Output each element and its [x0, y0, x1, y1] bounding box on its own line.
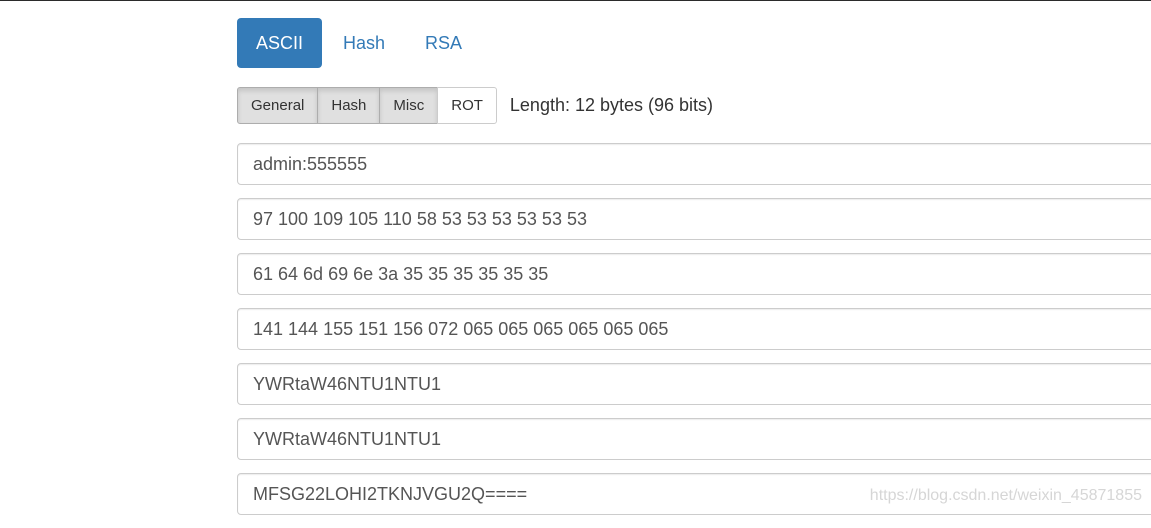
- watermark-text: https://blog.csdn.net/weixin_45871855: [869, 487, 1142, 504]
- length-indicator: Length: 12 bytes (96 bits): [509, 95, 714, 115]
- tab-ascii[interactable]: ASCII: [237, 18, 323, 68]
- base64-alt-field[interactable]: [237, 418, 1151, 460]
- tab-rsa[interactable]: RSA: [406, 18, 481, 68]
- sub-tab-group: General Hash Misc ROT: [237, 87, 497, 124]
- sub-tab-rot[interactable]: ROT: [437, 87, 497, 124]
- conversion-fields: [237, 143, 1151, 528]
- decimal-field[interactable]: [237, 198, 1151, 240]
- text-input[interactable]: [237, 143, 1151, 185]
- sub-tab-hash[interactable]: Hash: [317, 87, 381, 124]
- base64-field[interactable]: [237, 363, 1151, 405]
- top-border: [0, 0, 1151, 1]
- hex-field[interactable]: [237, 253, 1151, 295]
- octal-field[interactable]: [237, 308, 1151, 350]
- sub-tab-misc[interactable]: Misc: [379, 87, 439, 124]
- sub-toolbar: General Hash Misc ROT Length: 12 bytes (…: [237, 87, 713, 124]
- main-tabs: ASCII Hash RSA: [237, 18, 481, 68]
- sub-tab-general[interactable]: General: [237, 87, 319, 124]
- tab-hash[interactable]: Hash: [324, 18, 404, 68]
